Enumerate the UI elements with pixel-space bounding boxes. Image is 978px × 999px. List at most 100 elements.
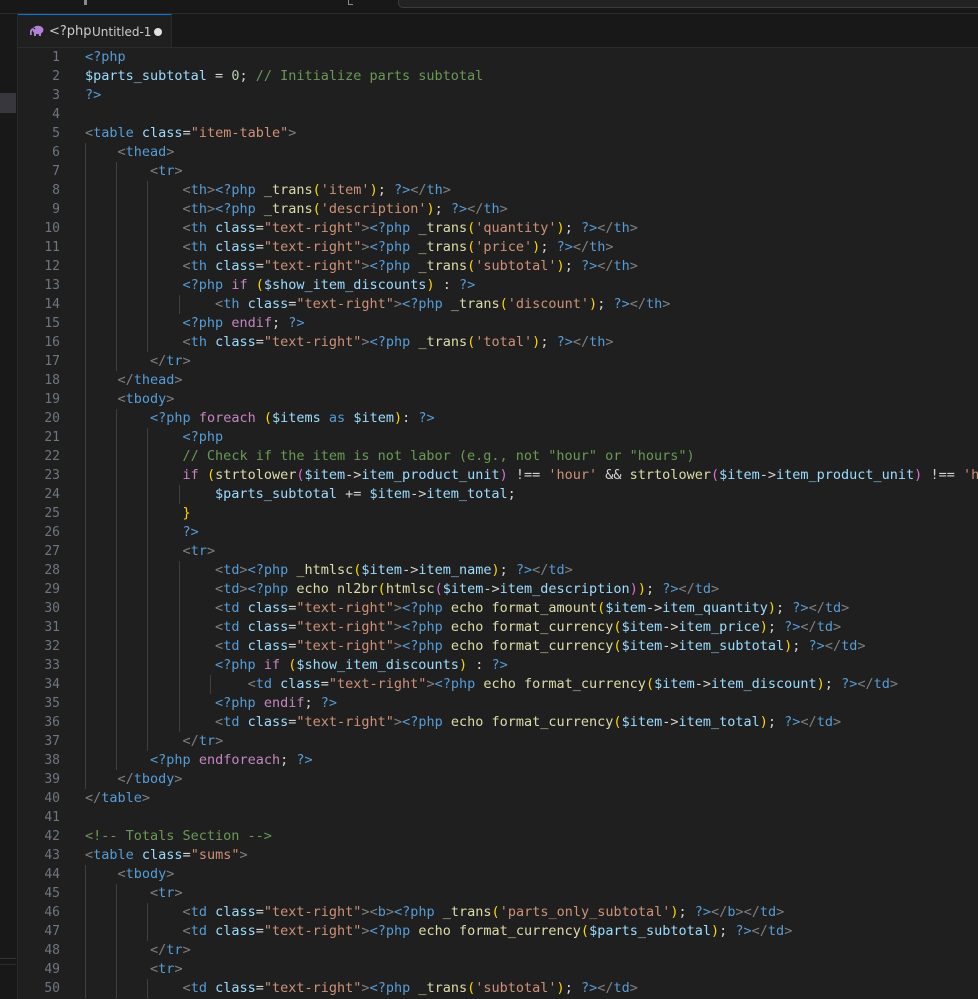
indent-guide — [147, 637, 149, 656]
indent-guide — [85, 751, 86, 770]
code-line[interactable]: </tr> — [85, 941, 978, 960]
code-token: ; — [304, 695, 321, 711]
code-line[interactable]: <tr> — [85, 960, 978, 979]
code-token: td — [824, 600, 842, 616]
code-line[interactable]: <td><?php echo nl2br(htmlsc($item->item_… — [85, 580, 978, 599]
code-line[interactable]: <?php endif; ?> — [85, 314, 978, 333]
code-line[interactable]: if (strtolower($item->item_product_unit)… — [85, 466, 978, 485]
activity-bar-selected-item[interactable] — [0, 93, 16, 113]
code-line[interactable]: </table> — [85, 789, 978, 808]
code-line[interactable]: <th><?php _trans('item'); ?></th> — [85, 181, 978, 200]
code-token: -> — [345, 467, 362, 483]
code-line[interactable]: <?php endforeach; ?> — [85, 751, 978, 770]
code-token: class — [215, 923, 256, 939]
line-number: 21 — [44, 430, 60, 445]
code-line[interactable]: <td class="text-right"><?php echo format… — [85, 618, 978, 637]
code-token: > — [564, 562, 573, 578]
code-line[interactable] — [85, 105, 978, 124]
code-token: > — [239, 562, 248, 578]
code-line[interactable]: <td class="text-right"><?php echo format… — [85, 675, 978, 694]
code-token: <?php — [215, 657, 256, 673]
line-number: 42 — [44, 829, 60, 844]
code-line[interactable] — [85, 808, 978, 827]
code-line[interactable]: </thead> — [85, 371, 978, 390]
code-line[interactable]: <?php endif; ?> — [85, 694, 978, 713]
code-token: "text-right" — [263, 904, 362, 920]
code-line[interactable]: <?php foreach ($items as $item): ?> — [85, 409, 978, 428]
code-line[interactable]: ?> — [85, 86, 978, 105]
code-line[interactable]: <!-- Totals Section --> — [85, 827, 978, 846]
code-token: </ — [117, 771, 134, 787]
code-line[interactable]: <th><?php _trans('description'); ?></th> — [85, 200, 978, 219]
code-line[interactable]: <th class="text-right"><?php _trans('sub… — [85, 257, 978, 276]
code-line[interactable]: <table class="sums"> — [85, 846, 978, 865]
code-line[interactable]: <td class="text-right"><?php echo format… — [85, 599, 978, 618]
indent-guide — [147, 656, 149, 675]
tab-untitled-1[interactable]: <?php Untitled-1 — [18, 14, 172, 47]
code-line[interactable]: <td class="text-right"><?php _trans('sub… — [85, 979, 978, 998]
code-line[interactable]: </tr> — [85, 352, 978, 371]
code-line[interactable]: $parts_subtotal += $item->item_total; — [85, 485, 978, 504]
code-line[interactable]: <th class="text-right"><?php _trans('pri… — [85, 238, 978, 257]
code-token: </ — [117, 372, 134, 388]
code-content[interactable]: <?php $parts_subtotal = 0; // Initialize … — [85, 48, 978, 998]
code-token: ; — [280, 752, 297, 768]
code-token: ) — [670, 904, 679, 920]
code-line[interactable]: <td class="text-right"><?php echo format… — [85, 637, 978, 656]
code-token: < — [215, 714, 224, 730]
indent-guide — [116, 219, 118, 238]
code-line[interactable]: <td class="text-right"><b><?php _trans('… — [85, 903, 978, 922]
code-line[interactable]: } — [85, 504, 978, 523]
line-number: 38 — [44, 753, 60, 768]
code-line[interactable]: <thead> — [85, 143, 978, 162]
code-token: > — [629, 258, 638, 274]
code-line[interactable]: <tbody> — [85, 865, 978, 884]
code-line[interactable]: <th class="text-right"><?php _trans('qua… — [85, 219, 978, 238]
code-line[interactable]: </tr> — [85, 732, 978, 751]
code-line[interactable]: <td class="text-right"><?php echo format… — [85, 922, 978, 941]
line-number: 33 — [44, 658, 60, 673]
code-line[interactable]: <th class="text-right"><?php _trans('tot… — [85, 333, 978, 352]
line-number: 3 — [52, 88, 60, 103]
code-line[interactable]: ?> — [85, 523, 978, 542]
code-line[interactable]: <tr> — [85, 542, 978, 561]
command-center-search[interactable] — [398, 0, 978, 8]
code-line[interactable]: <th class="text-right"><?php _trans('dis… — [85, 295, 978, 314]
code-editor[interactable]: 1 2 3 4 5 6 7 8 9 10 11 12 13 14 15 16 17 18 19 20 21 22 23 24 2… — [18, 48, 978, 999]
code-line[interactable]: // Check if the item is not labor (e.g.,… — [85, 447, 978, 466]
code-token: </ — [597, 258, 614, 274]
code-line[interactable]: <td class="text-right"><?php echo format… — [85, 713, 978, 732]
code-token: <?php — [182, 315, 224, 331]
unsaved-changes-dot-icon[interactable] — [154, 28, 162, 36]
code-line[interactable]: <?php — [85, 48, 978, 67]
code-token: class — [215, 220, 256, 236]
indent-guide — [116, 409, 118, 428]
code-token: 'description' — [320, 201, 427, 217]
code-token: <?php — [402, 296, 443, 312]
indent-guide — [147, 523, 149, 542]
code-line[interactable]: <table class="item-table"> — [85, 124, 978, 143]
code-token: ?> — [662, 581, 679, 597]
indent-guide — [147, 428, 149, 447]
code-token: class — [141, 847, 183, 863]
code-line[interactable]: $parts_subtotal = 0; // Initialize parts… — [85, 67, 978, 86]
code-line[interactable]: <?php — [85, 428, 978, 447]
code-token: $items — [272, 410, 321, 426]
code-line[interactable]: <tr> — [85, 884, 978, 903]
code-line[interactable]: </tbody> — [85, 770, 978, 789]
code-token: <?php — [150, 410, 191, 426]
indent-guide — [85, 143, 86, 162]
code-line[interactable]: <tbody> — [85, 390, 978, 409]
code-token: th — [589, 239, 606, 255]
code-token: td — [190, 904, 207, 920]
nav-arrow-icon[interactable] — [348, 0, 353, 5]
code-token: <?php — [85, 49, 126, 65]
code-line[interactable]: <?php if ($show_item_discounts) : ?> — [85, 276, 978, 295]
indent-guide — [85, 162, 86, 181]
code-line[interactable]: <td><?php _htmlsc($item->item_name); ?><… — [85, 561, 978, 580]
code-line[interactable]: <?php if ($show_item_discounts) : ?> — [85, 656, 978, 675]
code-token: > — [361, 239, 370, 255]
code-token: < — [215, 619, 224, 635]
code-line[interactable]: <tr> — [85, 162, 978, 181]
